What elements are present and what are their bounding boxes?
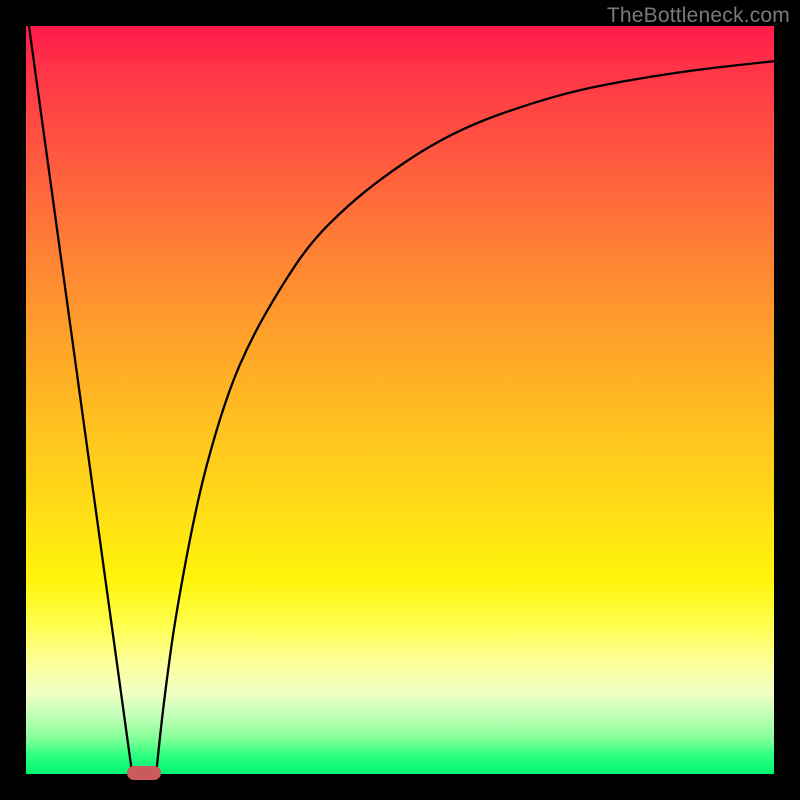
bottleneck-marker: [127, 766, 161, 780]
watermark-text: TheBottleneck.com: [607, 4, 790, 28]
plot-background-gradient: [26, 26, 774, 774]
chart-frame: TheBottleneck.com: [0, 0, 800, 800]
